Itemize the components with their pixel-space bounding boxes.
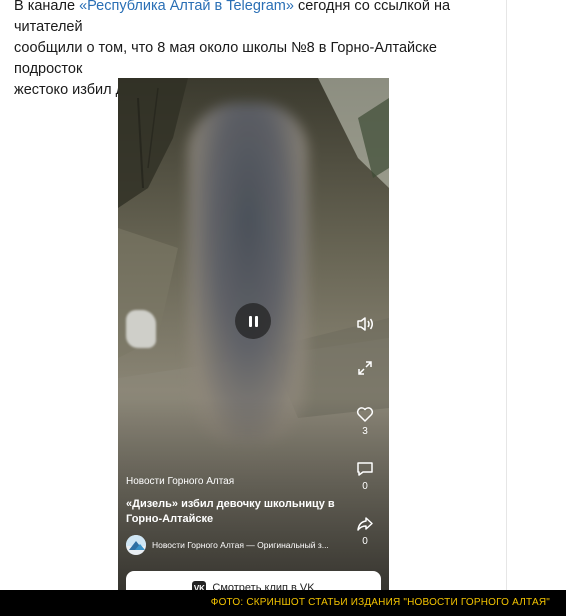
share-button[interactable]: 0: [353, 516, 377, 547]
vk-video-player[interactable]: 3 0 0 Новости Горного Алтая «Дизель» изб…: [118, 78, 389, 598]
article-text-start: В канале: [14, 0, 80, 14]
likes-count: 3: [362, 426, 368, 437]
channel-logo: [126, 535, 146, 555]
comment-button[interactable]: 0: [353, 461, 377, 492]
share-icon: [357, 517, 373, 531]
source-text: Новости Горного Алтая — Оригинальный з..…: [152, 540, 329, 550]
blurred-person: [188, 103, 308, 443]
channel-name[interactable]: Новости Горного Алтая: [126, 476, 346, 487]
pause-button[interactable]: [235, 303, 271, 339]
clip-title: «Дизель» избил девочку школьницу в Горно…: [126, 498, 335, 525]
like-button[interactable]: 3: [353, 406, 377, 437]
heart-icon: [356, 407, 374, 422]
volume-icon: [357, 317, 373, 331]
source-row[interactable]: Новости Горного Алтая — Оригинальный з..…: [126, 535, 329, 555]
sidebar-divider: [506, 0, 507, 590]
expand-icon: [358, 361, 372, 375]
volume-button[interactable]: [353, 316, 377, 332]
comments-count: 0: [362, 481, 368, 492]
shares-count: 0: [362, 536, 368, 547]
bag-on-ground: [126, 310, 156, 348]
article-line-2: сообщили о том, что 8 мая около школы №8…: [14, 40, 437, 77]
comment-icon: [357, 462, 373, 476]
clip-info: Новости Горного Алтая «Дизель» избил дев…: [126, 476, 346, 527]
photo-caption-bar: ФОТО: СКРИНШОТ СТАТЬИ ИЗДАНИЯ "НОВОСТИ Г…: [0, 590, 566, 616]
logo-mountain-small: [135, 544, 145, 550]
fullscreen-button[interactable]: [353, 360, 377, 376]
pause-icon-bar: [254, 315, 258, 327]
telegram-channel-link[interactable]: «Республика Алтай в Telegram»: [79, 0, 294, 14]
pause-icon: [248, 315, 252, 327]
photo-caption: ФОТО: СКРИНШОТ СТАТЬИ ИЗДАНИЯ "НОВОСТИ Г…: [210, 597, 550, 608]
